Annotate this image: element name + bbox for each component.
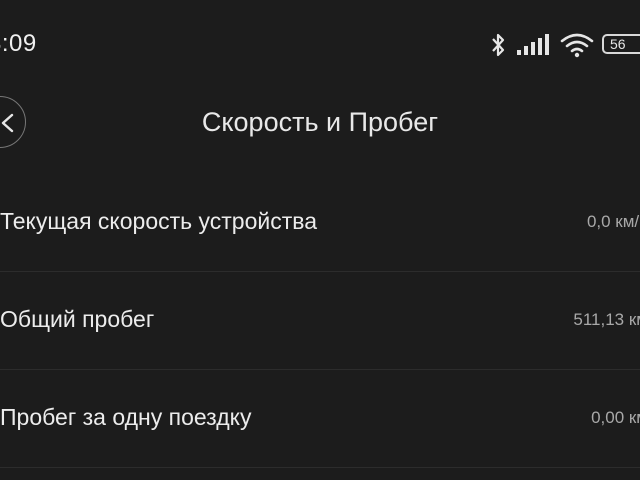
row-current-speed[interactable]: Текущая скорость устройства 0,0 км/ч bbox=[0, 174, 640, 272]
status-bar: 3:09 56 bbox=[0, 0, 640, 90]
status-icons: 56 bbox=[490, 30, 640, 60]
row-total-mileage[interactable]: Общий пробег 511,13 км bbox=[0, 272, 640, 370]
row-label: Пробег за одну поездку bbox=[0, 404, 252, 430]
row-label: Общий пробег bbox=[0, 306, 155, 332]
signal-icon bbox=[517, 34, 549, 55]
header: Скорость и Пробег bbox=[0, 90, 640, 160]
row-value: 0,0 км/ч bbox=[586, 212, 640, 231]
bluetooth-icon bbox=[492, 33, 505, 57]
settings-list: Текущая скорость устройства 0,0 км/ч Общ… bbox=[0, 174, 640, 468]
row-trip-mileage[interactable]: Пробег за одну поездку 0,00 км bbox=[0, 370, 640, 468]
battery-icon: 56 bbox=[602, 34, 640, 54]
row-value: 511,13 км bbox=[573, 310, 640, 329]
wifi-icon bbox=[560, 33, 594, 58]
row-label: Текущая скорость устройства bbox=[0, 208, 318, 234]
status-time: 3:09 bbox=[0, 30, 37, 57]
row-value: 0,00 км bbox=[591, 408, 640, 427]
battery-level: 56 bbox=[610, 36, 626, 52]
page-title: Скорость и Пробег bbox=[201, 107, 439, 137]
